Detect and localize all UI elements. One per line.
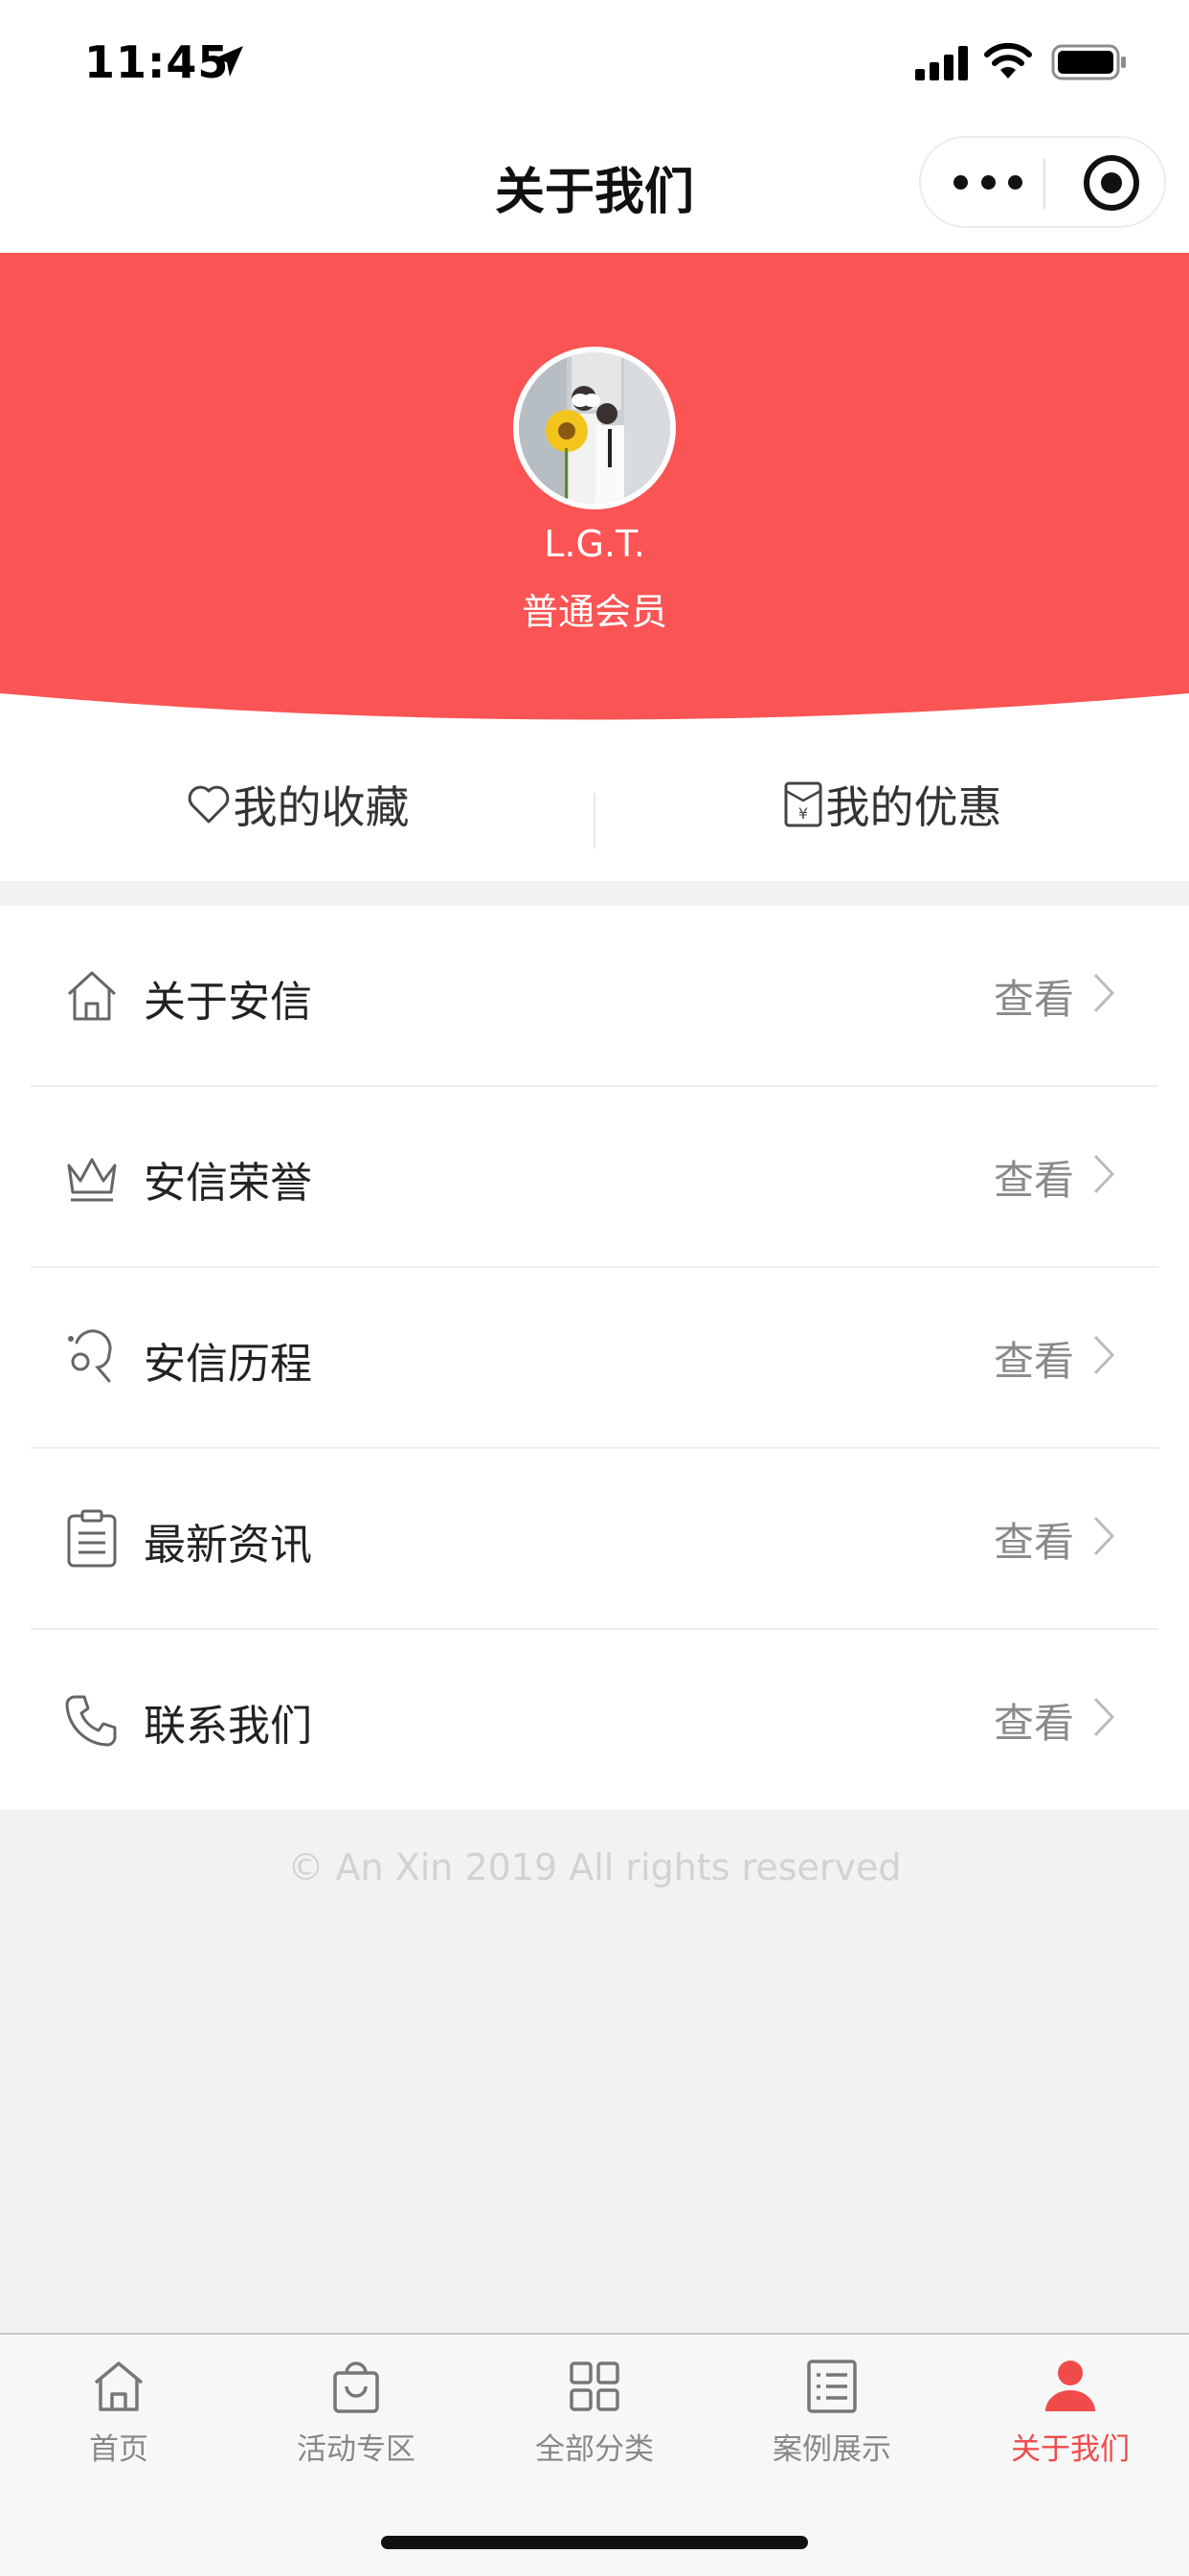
close-miniprogram-button[interactable] (1084, 155, 1139, 211)
profile-header: L.G.T. 普通会员 (0, 253, 1189, 728)
view-link[interactable]: 查看 (994, 1148, 1074, 1207)
menu-item-label: 最新资讯 (144, 1521, 312, 1570)
grid-icon (570, 2361, 619, 2411)
route-icon (68, 1329, 112, 1383)
cellular-signal-icon (915, 46, 968, 80)
menu-item-label: 联系我们 (144, 1702, 312, 1751)
svg-text:¥: ¥ (797, 804, 807, 823)
my-coupons-label: 我的优惠 (825, 781, 1002, 833)
user-name: L.G.T. (544, 523, 645, 565)
status-time: 11:45 (84, 36, 230, 88)
view-link[interactable]: 查看 (994, 1329, 1074, 1388)
more-options-button[interactable] (953, 169, 1022, 195)
list-icon (807, 2360, 857, 2413)
home-outline-icon (67, 971, 117, 1021)
avatar[interactable] (513, 347, 676, 509)
capsule-divider (1043, 159, 1045, 209)
location-arrow-icon (213, 46, 243, 77)
wifi-icon (984, 42, 1032, 79)
menu-item-about-anxin[interactable]: 关于安信 查看 (0, 906, 1189, 1087)
menu-item-contact-us[interactable]: 联系我们 查看 (0, 1630, 1189, 1811)
tab-activities[interactable]: 活动专区 (237, 2335, 475, 2507)
avatar-photo (519, 352, 670, 504)
my-coupons-button[interactable]: ¥ 我的优惠 (594, 728, 1189, 881)
tab-home[interactable]: 首页 (0, 2335, 237, 2507)
status-bar: 11:45 (0, 0, 1189, 124)
view-link[interactable]: 查看 (994, 1691, 1074, 1750)
crown-icon (67, 1158, 117, 1202)
chevron-right-icon (1093, 1154, 1115, 1194)
menu-item-honors[interactable]: 安信荣誉 查看 (0, 1087, 1189, 1268)
membership-level: 普通会员 (521, 591, 667, 633)
menu-list: 关于安信 查看 安信荣誉 查看 安信历程 查看 最新资讯 查看 联系我们 查看 (0, 906, 1189, 1810)
coupon-icon: ¥ (784, 781, 821, 827)
chevron-right-icon (1093, 973, 1115, 1013)
menu-item-news[interactable]: 最新资讯 查看 (0, 1449, 1189, 1630)
user-icon (1045, 2361, 1095, 2411)
tab-label: 活动专区 (297, 2432, 415, 2467)
quick-actions: 我的收藏 ¥ 我的优惠 (0, 728, 1189, 881)
tab-all-categories[interactable]: 全部分类 (476, 2335, 713, 2507)
chevron-right-icon (1093, 1335, 1115, 1375)
chevron-right-icon (1093, 1516, 1115, 1556)
tab-case-showcase[interactable]: 案例展示 (713, 2335, 951, 2507)
menu-item-history[interactable]: 安信历程 查看 (0, 1268, 1189, 1449)
menu-item-label: 关于安信 (144, 978, 312, 1027)
clipboard-icon (67, 1509, 117, 1568)
miniprogram-capsule (919, 136, 1166, 228)
view-link[interactable]: 查看 (994, 1510, 1074, 1569)
battery-icon (1051, 44, 1126, 80)
tab-about-us[interactable]: 关于我们 (952, 2335, 1189, 2507)
home-indicator (381, 2536, 808, 2549)
tab-label: 全部分类 (535, 2432, 654, 2467)
menu-item-label: 安信历程 (144, 1340, 312, 1389)
view-link[interactable]: 查看 (994, 967, 1074, 1026)
navigation-bar: 关于我们 (0, 124, 1189, 253)
tab-label: 首页 (89, 2432, 148, 2467)
my-favorites-button[interactable]: 我的收藏 (0, 728, 594, 881)
tab-label: 案例展示 (773, 2432, 891, 2467)
shopping-bag-icon (333, 2361, 379, 2413)
my-favorites-label: 我的收藏 (233, 781, 410, 833)
home-icon (94, 2361, 144, 2411)
tab-label: 关于我们 (1011, 2432, 1130, 2467)
copyright-text: © An Xin 2019 All rights reserved (287, 1846, 902, 1888)
heart-icon (188, 785, 229, 824)
menu-item-label: 安信荣誉 (144, 1159, 312, 1208)
chevron-right-icon (1093, 1697, 1115, 1737)
phone-icon (65, 1695, 117, 1747)
